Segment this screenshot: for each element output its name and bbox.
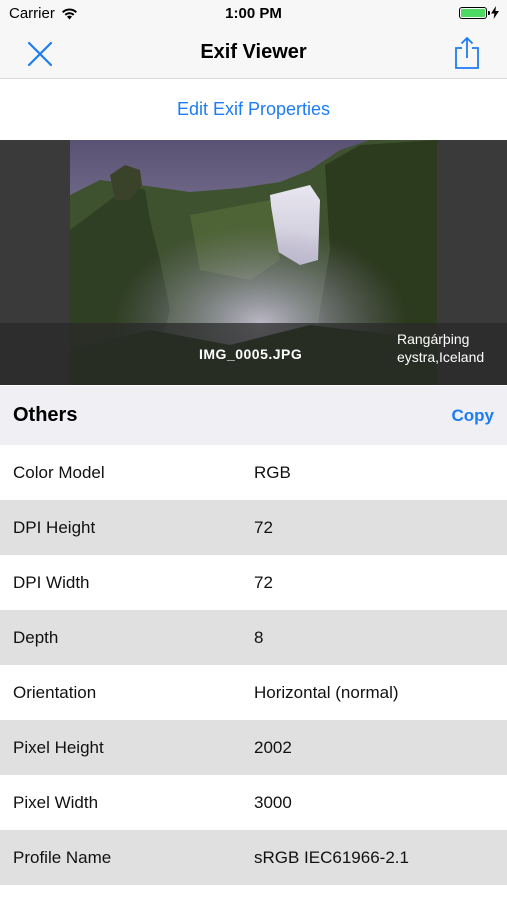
- property-value: 3000: [254, 792, 292, 812]
- photo-filename: IMG_0005.JPG: [199, 346, 303, 362]
- status-bar: Carrier 1:00 PM: [0, 0, 507, 28]
- property-key: Profile Name: [13, 847, 112, 867]
- photo-location: Rangárþing eystra,Iceland: [397, 331, 485, 365]
- property-key: Orientation: [13, 682, 97, 702]
- charging-bolt-icon: [491, 6, 499, 19]
- table-row[interactable]: Pixel Height 2002: [0, 720, 507, 775]
- section-header-others: Others Copy: [0, 386, 507, 445]
- property-value: RGB: [254, 462, 291, 482]
- battery-fill: [461, 8, 485, 17]
- edit-exif-properties-link[interactable]: Edit Exif Properties: [177, 99, 330, 120]
- property-key: DPI Width: [13, 572, 90, 592]
- property-key: Color Model: [13, 462, 105, 482]
- table-row[interactable]: DPI Width 72: [0, 555, 507, 610]
- table-row[interactable]: Profile Name sRGB IEC61966-2.1: [0, 830, 507, 885]
- section-title: Others: [13, 404, 78, 426]
- photo-preview-area: IMG_0005.JPG Rangárþing eystra,Iceland: [0, 140, 507, 385]
- table-row[interactable]: Pixel Width 3000: [0, 775, 507, 830]
- property-key: Pixel Height: [13, 737, 104, 757]
- copy-button[interactable]: Copy: [452, 406, 495, 426]
- table-row[interactable]: Depth 8: [0, 610, 507, 665]
- property-value: 2002: [254, 737, 292, 757]
- table-row[interactable]: Color Model RGB: [0, 445, 507, 500]
- navigation-bar: Exif Viewer: [0, 28, 507, 79]
- edit-exif-row: Edit Exif Properties: [0, 79, 507, 140]
- property-value: 8: [254, 627, 264, 647]
- exif-property-list: Color Model RGB DPI Height 72 DPI Width …: [0, 445, 507, 885]
- property-value: 72: [254, 517, 273, 537]
- property-value: 72: [254, 572, 273, 592]
- property-key: DPI Height: [13, 517, 96, 537]
- table-row[interactable]: Orientation Horizontal (normal): [0, 665, 507, 720]
- page-title: Exif Viewer: [200, 41, 307, 63]
- property-value: Horizontal (normal): [254, 682, 399, 702]
- status-time: 1:00 PM: [225, 5, 282, 22]
- property-key: Pixel Width: [13, 792, 99, 812]
- table-row[interactable]: DPI Height 72: [0, 500, 507, 555]
- share-icon[interactable]: [453, 36, 481, 70]
- battery-icon: [459, 6, 490, 19]
- property-key: Depth: [13, 627, 59, 647]
- property-value: sRGB IEC61966-2.1: [254, 847, 409, 867]
- photo-caption: IMG_0005.JPG Rangárþing eystra,Iceland: [0, 323, 507, 385]
- status-right: [459, 6, 499, 19]
